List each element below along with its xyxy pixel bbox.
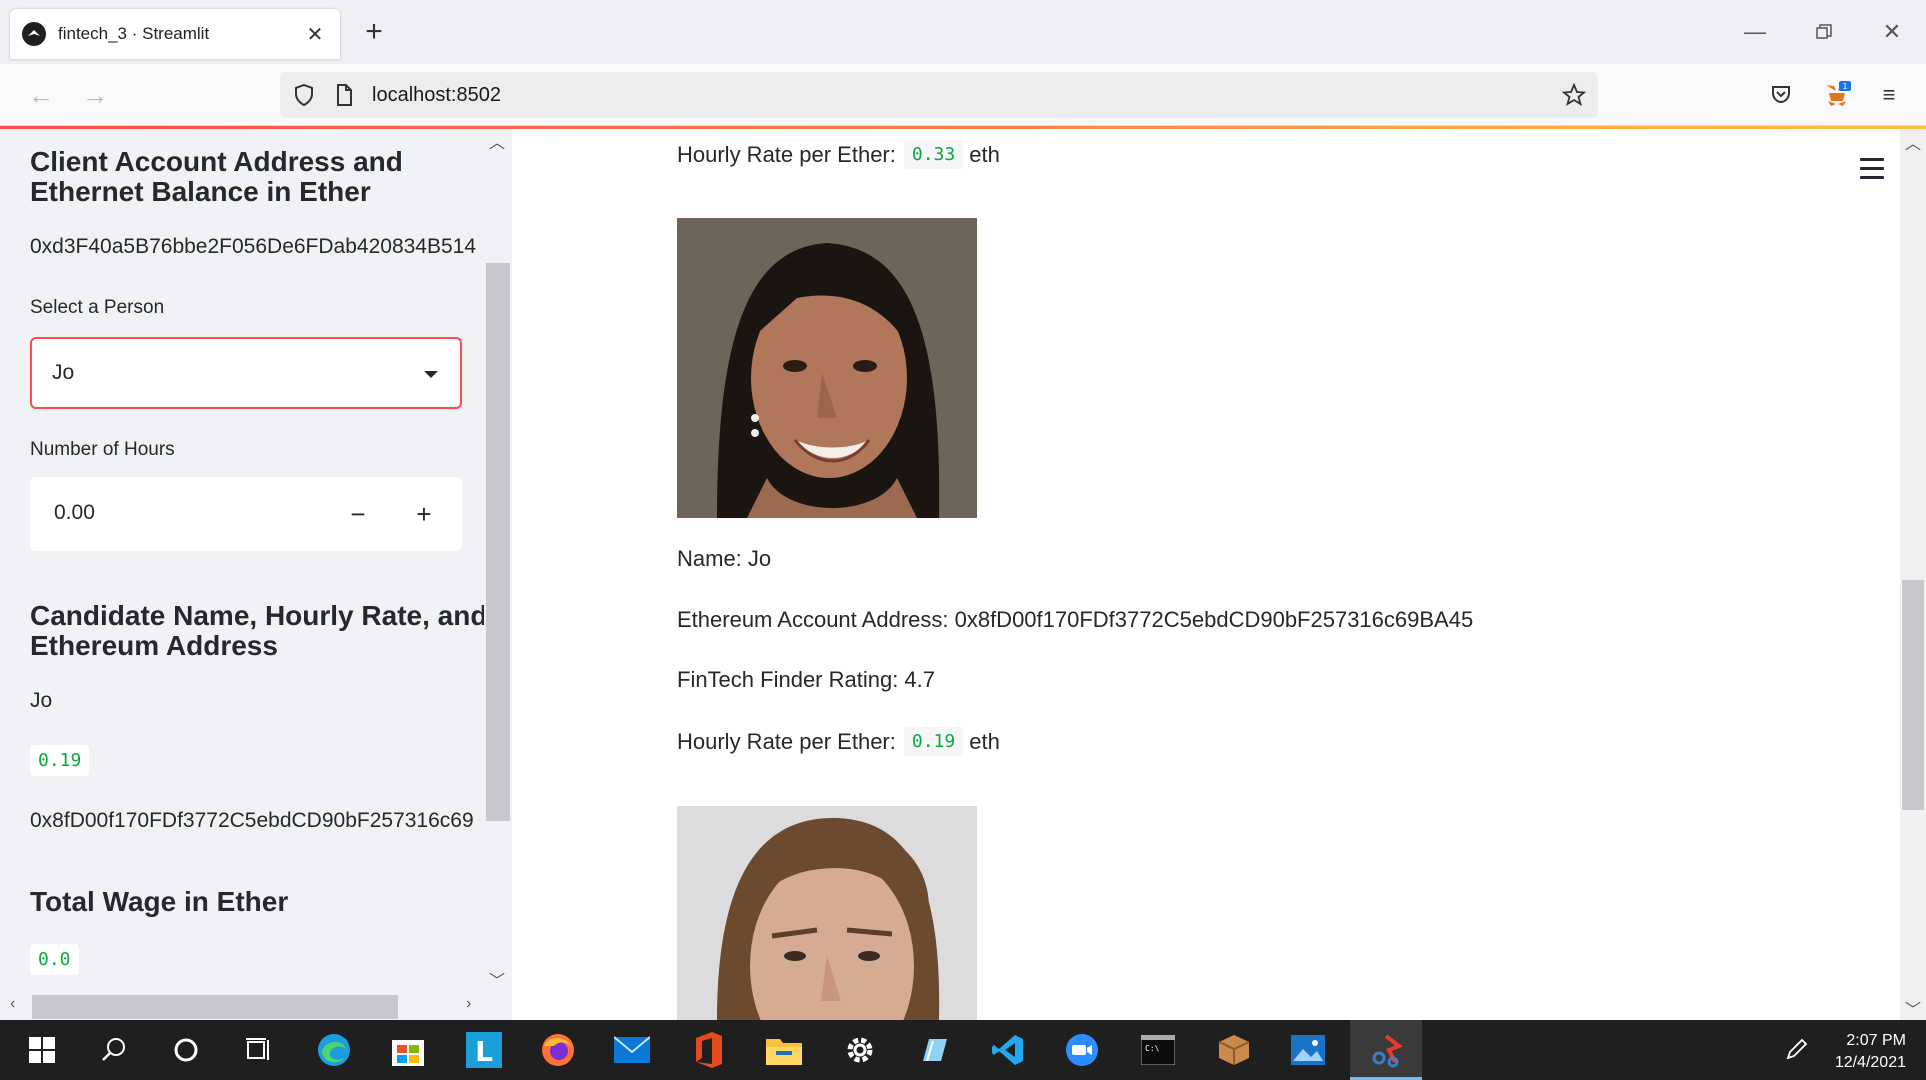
url-text: localhost:8502	[372, 84, 501, 106]
streamlit-icon	[22, 22, 46, 46]
firefox-icon[interactable]	[536, 1028, 580, 1072]
rate-unit: eth	[969, 728, 1000, 754]
chevron-down-icon	[424, 371, 438, 378]
svg-text:1: 1	[1842, 82, 1847, 91]
office-icon[interactable]	[686, 1028, 730, 1072]
metamask-extension-icon[interactable]: 1	[1820, 78, 1854, 112]
bookmark-star-icon[interactable]	[1561, 82, 1587, 107]
shield-icon[interactable]	[292, 83, 316, 107]
hours-number-input[interactable]: 0.00 − +	[30, 477, 462, 551]
candidate-rating-line: FinTech Finder Rating: 4.7	[677, 667, 936, 692]
candidate-name-line: Name: Jo	[677, 546, 772, 571]
scroll-up-icon[interactable]: ︿	[489, 129, 505, 153]
clock-time: 2:07 PM	[1846, 1032, 1906, 1049]
page-icon[interactable]	[332, 83, 356, 107]
vscode-icon[interactable]	[986, 1028, 1030, 1072]
package-icon[interactable]	[1212, 1028, 1256, 1072]
wage-heading: Total Wage in Ether	[30, 886, 289, 917]
candidate-address-line: Ethereum Account Address: 0x8fD00f170FDf…	[677, 607, 1474, 632]
candidate-photo-next	[677, 806, 977, 1020]
client-heading: Client Account Address and Ethernet Bala…	[30, 146, 403, 207]
scroll-right-icon[interactable]: ›	[466, 995, 471, 1013]
system-clock[interactable]: 2:07 PM 12/4/2021	[1835, 1030, 1906, 1074]
client-address: 0xd3F40a5B76bbe2F056De6FDab420834B514	[30, 235, 477, 258]
settings-icon[interactable]	[838, 1028, 882, 1072]
rate-unit: eth	[969, 141, 1000, 167]
zoom-icon[interactable]	[1060, 1028, 1104, 1072]
close-tab-icon[interactable]: ✕	[302, 22, 328, 47]
prev-rate-line: Hourly Rate per Ether: 0.33 eth	[677, 140, 1000, 169]
windows-taskbar	[0, 1020, 1926, 1080]
l-app-icon[interactable]: L	[462, 1028, 506, 1072]
back-icon[interactable]: ←	[22, 76, 60, 114]
candidate-address: 0x8fD00f170FDf3772C5ebdCD90bF257316c69	[30, 809, 474, 832]
rate-label: Hourly Rate per Ether:	[677, 728, 896, 754]
cortana-icon[interactable]	[164, 1028, 208, 1072]
terminal-icon[interactable]: C:\	[1136, 1028, 1180, 1072]
scroll-left-icon[interactable]: ‹	[10, 995, 15, 1013]
pen-icon[interactable]	[1774, 1028, 1818, 1072]
windows-start-icon[interactable]	[20, 1028, 64, 1072]
address-bar[interactable]: localhost:8502	[280, 72, 1598, 118]
candidate-rate: 0.19	[30, 745, 90, 776]
increment-button[interactable]: +	[396, 491, 452, 537]
sidebar: Client Account Address and Ethernet Bala…	[0, 129, 512, 1020]
close-window-icon[interactable]: ✕	[1872, 14, 1912, 50]
forward-icon[interactable]: →	[76, 76, 114, 114]
main-scroll-up-icon[interactable]: ︿	[1905, 130, 1921, 154]
select-person-dropdown[interactable]: Jo	[30, 337, 462, 409]
svg-text:C:\: C:\	[1145, 1044, 1160, 1053]
tab-title: fintech_3 · Streamlit	[58, 24, 210, 43]
restore-icon[interactable]	[1804, 14, 1844, 50]
app-menu-icon[interactable]: ≡	[1872, 78, 1906, 112]
nav-toolbar: ← → localhost:8502 1 ≡	[0, 64, 1926, 126]
clock-date: 12/4/2021	[1834, 1054, 1906, 1071]
hours-label: Number of Hours	[30, 439, 175, 460]
new-tab-button[interactable]: +	[356, 14, 392, 50]
select-person-label: Select a Person	[30, 297, 165, 318]
edge-icon[interactable]	[312, 1028, 356, 1072]
scroll-down-icon[interactable]: ﹀	[489, 967, 505, 991]
select-person-value: Jo	[52, 361, 75, 384]
rate-value: 0.19	[903, 727, 964, 756]
main-scroll-thumb[interactable]	[1902, 580, 1924, 810]
store-icon[interactable]	[386, 1028, 430, 1072]
candidate-photo-jo	[677, 218, 977, 518]
hours-value[interactable]: 0.00	[54, 501, 95, 525]
photos-icon[interactable]	[1286, 1028, 1330, 1072]
pocket-icon[interactable]	[1764, 78, 1798, 112]
minimize-icon[interactable]: —	[1735, 14, 1775, 50]
decrement-button[interactable]: −	[330, 491, 386, 537]
tab-strip: fintech_3 · Streamlit ✕ + — ✕	[0, 0, 1926, 64]
rate-label: Hourly Rate per Ether:	[677, 141, 896, 167]
main-vertical-scrollbar[interactable]	[1900, 129, 1926, 1020]
svg-text:L: L	[475, 1035, 493, 1068]
candidate-rate-line: Hourly Rate per Ether: 0.19 eth	[677, 727, 1000, 756]
rate-value: 0.33	[903, 140, 964, 169]
mail-icon[interactable]	[610, 1028, 654, 1072]
search-icon[interactable]	[92, 1028, 136, 1072]
sidebar-scroll-thumb[interactable]	[486, 263, 510, 821]
file-explorer-icon[interactable]	[762, 1028, 806, 1072]
snip-tool-icon[interactable]	[1364, 1028, 1408, 1072]
candidate-heading: Candidate Name, Hourly Rate, and Ethereu…	[30, 600, 488, 661]
browser-tab[interactable]: fintech_3 · Streamlit ✕	[10, 9, 340, 59]
streamlit-menu-icon[interactable]	[1860, 158, 1884, 180]
notepad-icon[interactable]	[912, 1028, 956, 1072]
candidate-name: Jo	[30, 689, 53, 712]
wage-value: 0.0	[30, 944, 79, 975]
sidebar-hscroll-thumb[interactable]	[32, 995, 398, 1019]
task-view-icon[interactable]	[236, 1028, 280, 1072]
main-scroll-down-icon[interactable]: ﹀	[1905, 996, 1921, 1020]
